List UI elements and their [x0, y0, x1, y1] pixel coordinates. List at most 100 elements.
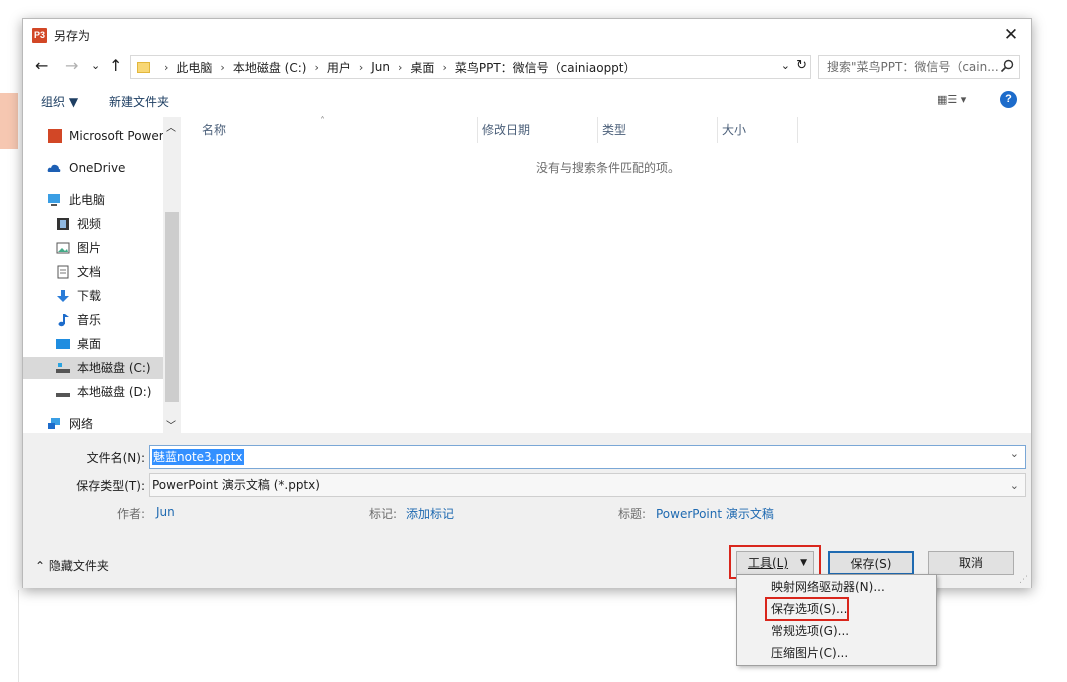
sidebar-item-label: 文档	[77, 265, 102, 279]
filename-label: 文件名(N):	[86, 451, 145, 465]
background-slide-accent	[0, 93, 18, 149]
filename-input[interactable]: 魅蓝note3.pptx ⌄	[149, 445, 1026, 469]
tools-button[interactable]: 工具(L) ▼	[736, 551, 814, 575]
sidebar-item-microsoft-powerpoint[interactable]: Microsoft Power	[23, 125, 181, 147]
powerpoint-app-icon: P3	[32, 28, 47, 43]
column-label: 名称	[202, 123, 227, 137]
cancel-button[interactable]: 取消	[928, 551, 1014, 575]
scroll-up-icon[interactable]: ︿	[166, 119, 176, 134]
sidebar-item-onedrive[interactable]: OneDrive	[23, 157, 181, 179]
chevron-down-icon[interactable]: ⌄	[1010, 447, 1019, 460]
drive-icon	[56, 393, 70, 397]
view-options-icon[interactable]: ▦☰ ▾	[937, 93, 966, 106]
sidebar-item-label: 本地磁盘 (C:)	[77, 361, 151, 375]
sidebar-item-label: Microsoft Power	[69, 129, 164, 143]
refresh-icon[interactable]: ↻	[796, 58, 807, 73]
column-header-name[interactable]: 名称 ˄	[182, 116, 478, 143]
save-as-dialog: P3 另存为 ✕ ← → ⌄ ↑ › 此电脑 › 本地磁盘 (C:) › 用户 …	[22, 18, 1032, 588]
navigation-pane: Microsoft Power OneDrive 此电脑 视频 图片 文档 下载	[23, 117, 181, 433]
sidebar-item-videos[interactable]: 视频	[23, 213, 181, 235]
filetype-value: PowerPoint 演示文稿 (*.pptx)	[152, 478, 320, 492]
filetype-select[interactable]: PowerPoint 演示文稿 (*.pptx) ⌄	[149, 473, 1026, 497]
sidebar-item-desktop[interactable]: 桌面	[23, 333, 181, 355]
close-button[interactable]: ✕	[999, 23, 1023, 47]
sidebar-item-label: 视频	[77, 217, 102, 231]
filename-value: 魅蓝note3.pptx	[152, 449, 244, 465]
sidebar-item-label: 本地磁盘 (D:)	[77, 385, 152, 399]
address-dropdown-icon[interactable]: ⌄	[781, 59, 790, 72]
sidebar-item-label: 桌面	[77, 337, 102, 351]
tags-value[interactable]: 添加标记	[406, 505, 454, 522]
search-icon[interactable]	[1000, 59, 1014, 73]
scrollbar-thumb[interactable]	[165, 212, 179, 402]
file-list: 名称 ˄ 修改日期 类型 大小 没有与搜索条件匹配的项。	[182, 116, 1031, 433]
menu-item-compress-pictures[interactable]: 压缩图片(C)...	[771, 642, 848, 664]
column-label: 修改日期	[482, 123, 531, 137]
forward-arrow-icon[interactable]: →	[65, 57, 78, 75]
new-folder-button[interactable]: 新建文件夹	[109, 93, 169, 110]
breadcrumb-item[interactable]: 本地磁盘 (C:)	[233, 59, 307, 76]
document-icon	[57, 265, 69, 279]
breadcrumb-item[interactable]: 菜鸟PPT：微信号（cainiaoppt）	[455, 59, 636, 76]
hide-folders-toggle[interactable]: ⌃ 隐藏文件夹	[35, 557, 109, 574]
breadcrumb-separator: ›	[314, 60, 319, 74]
title-bar: P3 另存为 ✕	[23, 19, 1031, 51]
sidebar-item-label: 图片	[77, 241, 102, 255]
dialog-title: 另存为	[54, 29, 91, 43]
background-divider	[18, 590, 19, 682]
breadcrumb-separator: ›	[358, 60, 364, 74]
sidebar-item-local-disk-d[interactable]: 本地磁盘 (D:)	[23, 381, 181, 403]
up-arrow-icon[interactable]: ↑	[109, 57, 122, 75]
sidebar-item-this-pc[interactable]: 此电脑	[23, 189, 181, 211]
sort-arrow-icon: ˄	[320, 116, 325, 127]
author-label: 作者:	[117, 507, 146, 521]
video-icon	[57, 218, 69, 230]
navigation-scrollbar[interactable]: ︿ ﹀	[163, 117, 181, 433]
scroll-down-icon[interactable]: ﹀	[166, 417, 176, 432]
breadcrumb-item[interactable]: 此电脑	[176, 59, 212, 76]
navigation-bar: ← → ⌄ ↑ › 此电脑 › 本地磁盘 (C:) › 用户 › Jun › 桌…	[23, 53, 1031, 81]
column-header-type[interactable]: 类型	[598, 117, 718, 143]
menu-item-general-options[interactable]: 常规选项(G)...	[771, 620, 849, 642]
breadcrumb-separator: ›	[220, 60, 225, 74]
sidebar-item-network[interactable]: 网络	[23, 413, 181, 433]
column-label: 类型	[602, 123, 627, 137]
title-value[interactable]: PowerPoint 演示文稿	[656, 505, 774, 522]
sidebar-item-documents[interactable]: 文档	[23, 261, 181, 283]
sidebar-item-pictures[interactable]: 图片	[23, 237, 181, 259]
tags-label: 标记:	[369, 507, 398, 521]
chevron-down-icon[interactable]: ⌄	[1010, 475, 1019, 497]
save-form-panel: 文件名(N): 魅蓝note3.pptx ⌄ 保存类型(T): PowerPoi…	[23, 433, 1031, 588]
tools-menu: 映射网络驱动器(N)... 保存选项(S)... 常规选项(G)... 压缩图片…	[736, 574, 937, 666]
breadcrumb-separator: ›	[398, 60, 403, 74]
sidebar-item-label: 音乐	[77, 313, 102, 327]
desktop-icon	[56, 339, 70, 349]
search-box[interactable]: 搜索"菜鸟PPT：微信号（cain...	[818, 55, 1020, 79]
breadcrumb-item[interactable]: Jun	[371, 60, 390, 74]
help-icon[interactable]: ?	[1000, 91, 1017, 108]
column-header-date[interactable]: 修改日期	[478, 117, 598, 143]
address-bar[interactable]: › 此电脑 › 本地磁盘 (C:) › 用户 › Jun › 桌面 › 菜鸟PP…	[130, 55, 811, 79]
search-placeholder: 搜索"菜鸟PPT：微信号（cain...	[827, 60, 999, 74]
hide-folders-label: 隐藏文件夹	[48, 559, 109, 573]
column-header-size[interactable]: 大小	[718, 117, 798, 143]
sidebar-item-music[interactable]: 音乐	[23, 309, 181, 331]
menu-item-map-network-drive[interactable]: 映射网络驱动器(N)...	[771, 576, 885, 598]
onedrive-icon	[47, 164, 61, 172]
tools-label: 工具(L)	[747, 556, 789, 570]
sidebar-item-local-disk-c[interactable]: 本地磁盘 (C:)	[23, 357, 181, 379]
breadcrumb-item[interactable]: 桌面	[410, 59, 434, 76]
dropdown-arrow-icon: ▼	[800, 558, 807, 568]
organize-menu[interactable]: 组织 ▼	[41, 93, 78, 110]
recent-locations-icon[interactable]: ⌄	[91, 57, 100, 75]
breadcrumb-item[interactable]: 用户	[327, 59, 351, 76]
network-icon	[48, 418, 60, 429]
save-button[interactable]: 保存(S)	[828, 551, 914, 575]
back-arrow-icon[interactable]: ←	[35, 57, 48, 75]
download-icon	[57, 290, 69, 302]
author-value[interactable]: Jun	[156, 505, 175, 519]
resize-grip-icon[interactable]: ⋰	[1019, 575, 1028, 585]
sidebar-item-downloads[interactable]: 下载	[23, 285, 181, 307]
column-label: 大小	[722, 123, 747, 137]
drive-icon	[56, 363, 70, 373]
